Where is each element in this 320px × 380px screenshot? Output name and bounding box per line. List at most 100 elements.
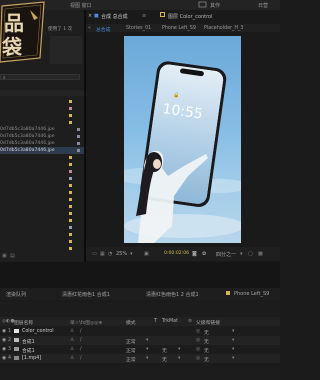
close-icon[interactable]: × xyxy=(88,13,92,19)
resolution-select[interactable]: 四分之一 xyxy=(216,251,236,258)
parent-select[interactable]: 无 xyxy=(204,329,209,336)
table-row[interactable]: ◉ 3 合成1 ♙ / 正常 ▾ 无 ▾ ◎ 无 ▾ xyxy=(0,345,280,354)
pickwhip-icon[interactable]: ◎ xyxy=(196,338,200,343)
shy-icon[interactable]: ♙ xyxy=(70,347,74,352)
fx-icon[interactable]: / xyxy=(80,347,82,352)
zoom-select[interactable]: 25% xyxy=(116,251,127,257)
column-mode[interactable]: 模式 xyxy=(126,319,136,326)
tab-comp-2[interactable]: 清惠红色雨色1 2 合成1 xyxy=(146,291,199,298)
trkmat-select[interactable]: 无 xyxy=(162,347,167,354)
timecode[interactable]: 0:00:02:06 xyxy=(164,251,189,256)
comp-panel-title[interactable]: 合成 总合成 xyxy=(101,13,128,20)
tab-arrow-icon[interactable]: « xyxy=(88,26,91,31)
menu-icon[interactable]: ≡ xyxy=(142,13,146,19)
layer-name[interactable]: Color_control xyxy=(22,329,54,334)
trkmat-select[interactable]: 无 xyxy=(162,356,167,363)
interpret-icon[interactable]: ▣ xyxy=(2,253,7,259)
list-item[interactable] xyxy=(0,224,84,231)
list-item[interactable] xyxy=(0,154,84,161)
column-parent[interactable]: 父级和链接 xyxy=(196,319,220,326)
list-item[interactable] xyxy=(0,196,84,203)
visibility-icon[interactable]: ◉ xyxy=(2,347,6,352)
menu-item-right1[interactable]: 其作 xyxy=(210,2,220,9)
color-icon[interactable]: ✿ xyxy=(202,251,206,257)
pickwhip-icon[interactable]: ◎ xyxy=(196,356,200,361)
lock-icon[interactable]: ■ xyxy=(94,13,99,19)
parent-select[interactable]: 无 xyxy=(204,338,209,345)
list-item[interactable] xyxy=(0,245,84,252)
list-item[interactable] xyxy=(0,98,84,105)
blend-mode-select[interactable]: 正常 xyxy=(126,347,136,354)
menu-icon[interactable] xyxy=(198,1,208,8)
column-t[interactable]: T xyxy=(154,319,157,324)
layer-name[interactable]: 合成1 xyxy=(22,347,35,354)
list-item[interactable]: 0d7db5c3a80a7446.jpe xyxy=(0,140,84,147)
label-swatch-icon xyxy=(69,204,72,208)
list-item-selected[interactable]: 0d7db5c3a80a7446.jpe xyxy=(0,147,84,154)
tab-placeholder[interactable]: Placeholder_H_3 xyxy=(204,26,244,31)
fit-icon[interactable]: ▣ xyxy=(144,251,149,257)
blend-mode-select[interactable]: 正常 xyxy=(126,356,136,363)
menu-fragment[interactable]: 视图 窗口 xyxy=(70,2,92,9)
list-item[interactable] xyxy=(0,182,84,189)
list-item[interactable] xyxy=(0,210,84,217)
list-item[interactable] xyxy=(0,189,84,196)
visibility-icon[interactable]: ◉ xyxy=(2,356,6,361)
link-icon: ⊚ xyxy=(188,319,193,324)
list-item[interactable] xyxy=(0,175,84,182)
transparency-icon[interactable]: ▩ xyxy=(258,251,263,257)
tab-main-comp[interactable]: 总合成 xyxy=(96,26,110,33)
visibility-icon[interactable]: ◉ xyxy=(2,329,6,334)
grid-icon[interactable]: ▦ xyxy=(100,251,105,257)
layer-swatch-icon xyxy=(14,338,19,344)
layer-panel-title[interactable]: 图层 Color_control xyxy=(168,13,212,20)
roi-icon[interactable]: ▢ xyxy=(248,251,253,257)
column-layer-name[interactable]: 图层名称 xyxy=(14,319,33,326)
pickwhip-icon[interactable]: ◎ xyxy=(196,347,200,352)
fx-icon[interactable]: / xyxy=(80,356,82,361)
table-row[interactable]: ◉ 4 [1.mp4] ♙ / 正常 ▾ 无 ▾ ◎ 无 ▾ xyxy=(0,354,280,363)
table-row[interactable]: ◉ 2 合成1 ♙ / 正常 ▾ ◎ 无 ▾ xyxy=(0,336,280,345)
tab-phone-left[interactable]: Phone Left_S9 xyxy=(162,26,196,31)
fx-icon[interactable]: / xyxy=(80,329,82,334)
list-item[interactable] xyxy=(0,112,84,119)
region-icon[interactable]: ▭ xyxy=(92,251,97,257)
tab-phone-left[interactable]: Phone Left_S9 xyxy=(234,291,269,297)
fx-icon[interactable]: / xyxy=(80,338,82,343)
list-item[interactable] xyxy=(0,161,84,168)
shy-icon[interactable]: ♙ xyxy=(70,356,74,361)
search-input[interactable]: ⌕ xyxy=(0,74,80,81)
layer-name[interactable]: [1.mp4] xyxy=(22,356,41,361)
list-item[interactable]: 0d7db5c3a80a7446.jpe xyxy=(0,126,84,133)
camera-icon[interactable]: ◙ xyxy=(192,251,197,257)
table-row[interactable]: ◉ 1 Color_control ♙ / ◎ 无 ▾ xyxy=(0,327,280,336)
pickwhip-icon[interactable]: ◎ xyxy=(196,329,200,334)
blend-mode-select[interactable]: 正常 xyxy=(126,338,136,345)
parent-select[interactable]: 无 xyxy=(204,347,209,354)
shy-icon[interactable]: ♙ xyxy=(70,338,74,343)
list-item[interactable] xyxy=(0,217,84,224)
svg-text:🔒: 🔒 xyxy=(173,91,180,99)
list-item[interactable] xyxy=(0,231,84,238)
list-item[interactable] xyxy=(0,119,84,126)
visibility-icon[interactable]: ◉ xyxy=(2,338,6,343)
parent-select[interactable]: 无 xyxy=(204,356,209,363)
list-item[interactable] xyxy=(0,168,84,175)
tab-render-queue[interactable]: 渲染队列 xyxy=(6,291,26,298)
timeline-tab-bar: 渲染队列 清惠红花雨色1 合成1 清惠红色雨色1 2 合成1 Phone Lef… xyxy=(0,288,280,300)
list-item[interactable] xyxy=(0,203,84,210)
column-switches[interactable]: 单☆\fx图◎◎⊕ xyxy=(70,319,102,326)
comp-viewer-canvas[interactable]: 🔒 10:55 xyxy=(124,36,241,243)
folder-icon[interactable]: ▤ xyxy=(10,253,15,259)
tab-comp-1[interactable]: 清惠红花雨色1 合成1 xyxy=(62,291,110,298)
thumb-preview xyxy=(50,36,82,64)
mask-icon[interactable]: ◔ xyxy=(108,251,112,257)
menu-item-right2[interactable]: 日营 xyxy=(258,2,268,9)
shy-icon[interactable]: ♙ xyxy=(70,329,74,334)
list-item[interactable] xyxy=(0,105,84,112)
list-item[interactable]: 0d7db5c3a80a7446.jpe xyxy=(0,133,84,140)
layer-name[interactable]: 合成1 xyxy=(22,338,35,345)
tab-stories[interactable]: Stories_01 xyxy=(126,26,151,31)
list-item[interactable] xyxy=(0,238,84,245)
column-trkmat[interactable]: TrkMat xyxy=(162,319,178,324)
